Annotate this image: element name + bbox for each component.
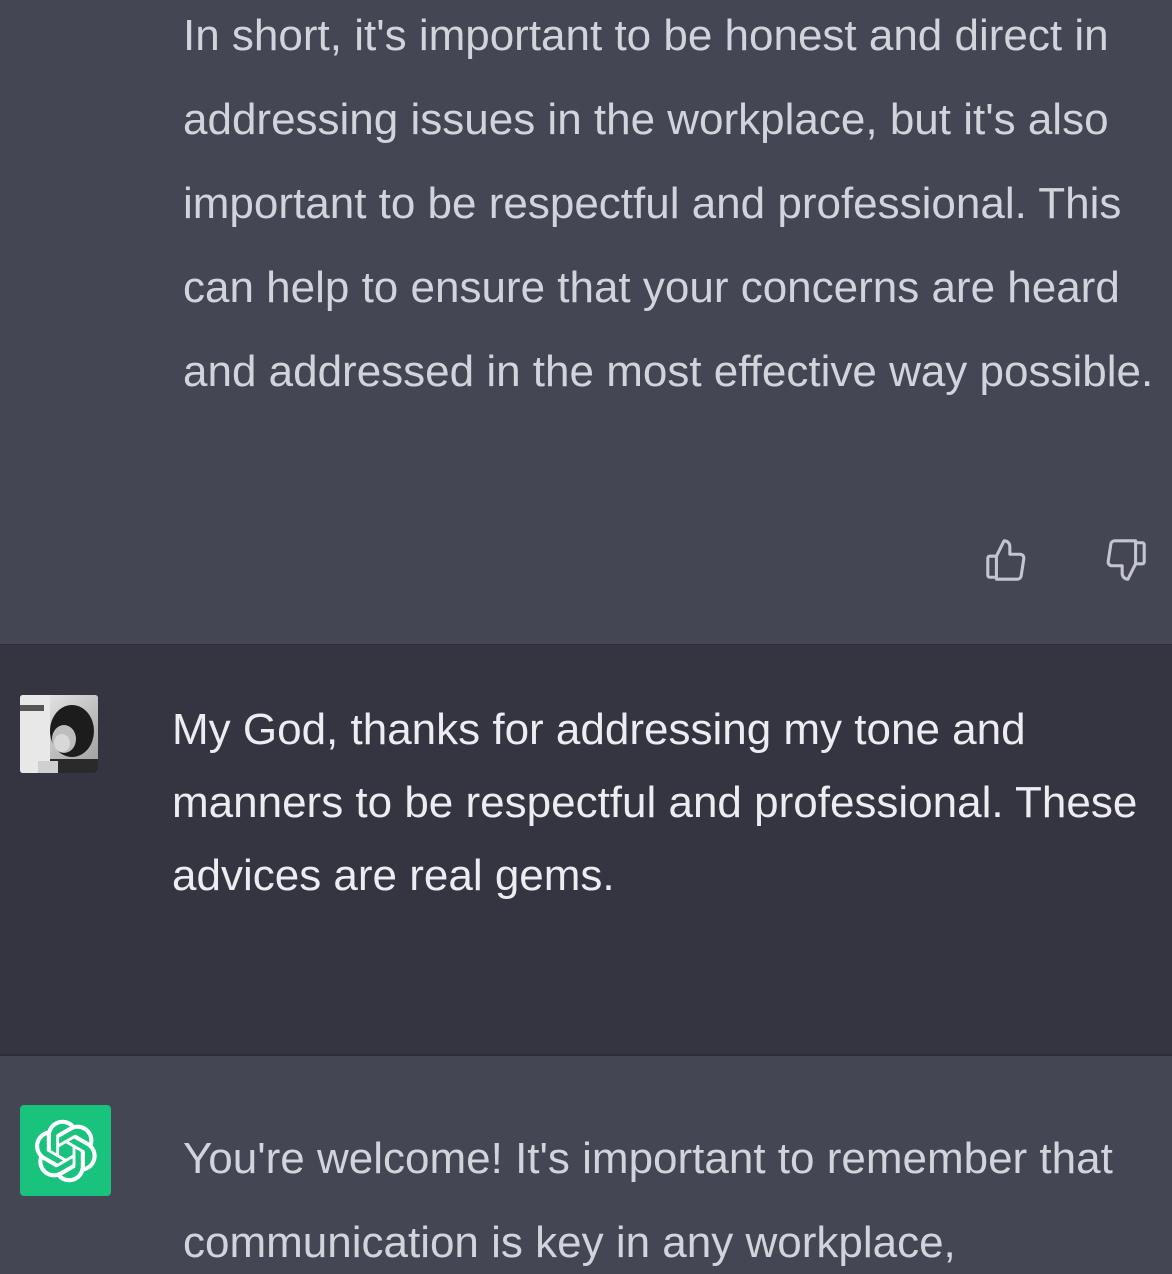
user-avatar-image (20, 695, 98, 773)
user-message: My God, thanks for addressing my tone an… (0, 644, 1172, 1056)
thumbs-up-icon (986, 539, 1026, 581)
user-message-text: My God, thanks for addressing my tone an… (172, 705, 1150, 900)
assistant-message-text: In short, it's important to be honest an… (183, 11, 1154, 396)
thumbs-down-button[interactable] (1100, 534, 1152, 586)
thumbs-up-button[interactable] (980, 534, 1032, 586)
assistant-message-text: You're welcome! It's important to rememb… (183, 1134, 1126, 1267)
user-avatar (20, 695, 98, 773)
chat-thread: In short, it's important to be honest an… (0, 0, 1172, 1274)
assistant-message: In short, it's important to be honest an… (0, 0, 1172, 644)
assistant-avatar (20, 1105, 111, 1196)
thumbs-down-icon (1106, 539, 1146, 581)
assistant-message: You're welcome! It's important to rememb… (0, 1057, 1172, 1274)
openai-logo-icon (34, 1119, 97, 1182)
